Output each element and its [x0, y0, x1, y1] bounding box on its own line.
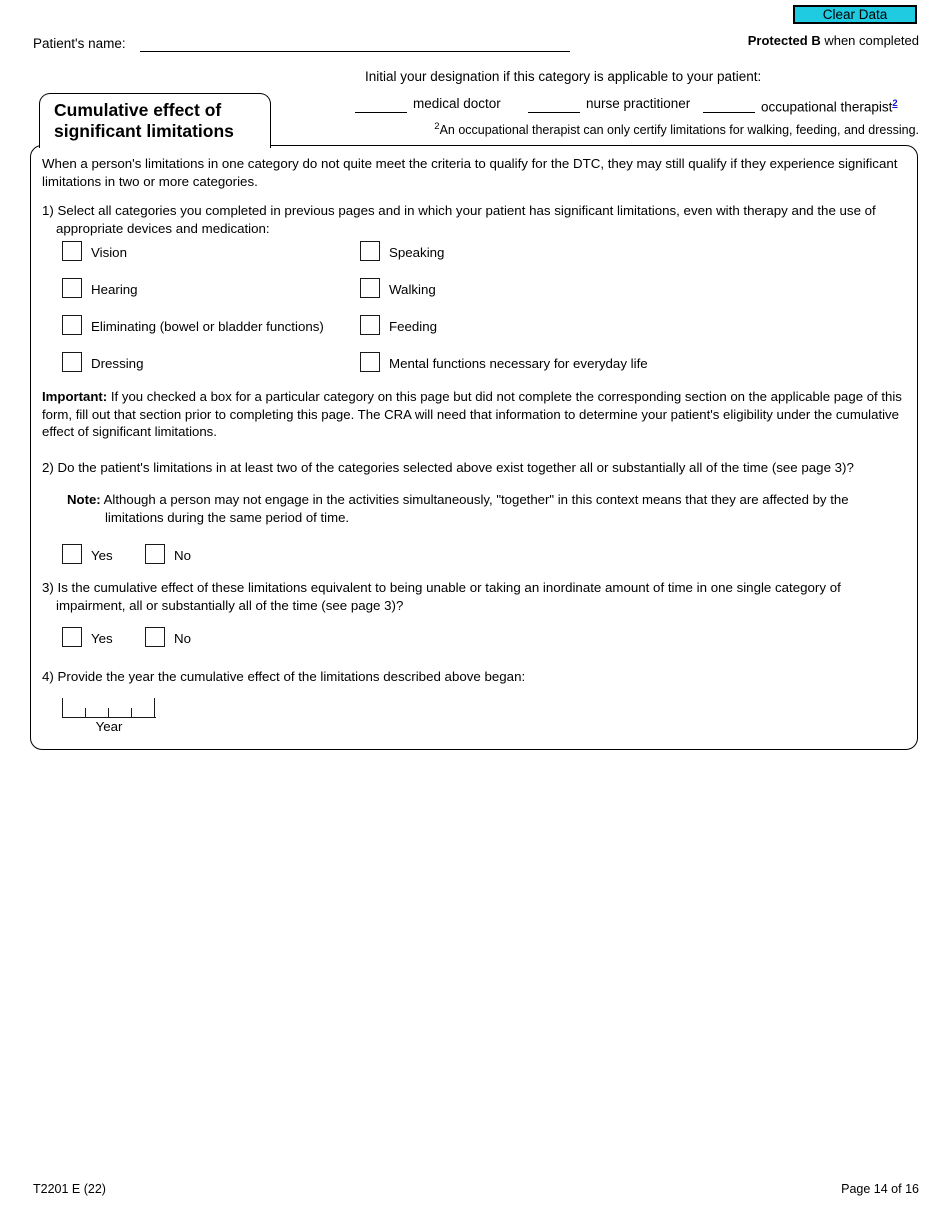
- question-2-yes-option[interactable]: Yes: [62, 544, 113, 567]
- protected-b-notice: Protected B when completed: [748, 33, 919, 48]
- designation-label-medical-doctor: medical doctor: [413, 96, 501, 111]
- checkbox-row-vision[interactable]: Vision: [62, 241, 127, 263]
- question-4-text: 4) Provide the year the cumulative effec…: [42, 669, 526, 684]
- checkbox-speaking[interactable]: [360, 241, 380, 261]
- checkbox-label-walking: Walking: [389, 282, 436, 297]
- patient-name-input[interactable]: [140, 51, 570, 52]
- question-2-no-label: No: [174, 548, 191, 563]
- year-comb-tick-3: [131, 708, 132, 718]
- important-note: Important: If you checked a box for a pa…: [42, 388, 908, 441]
- checkbox-mental-functions[interactable]: [360, 352, 380, 372]
- checkbox-row-dressing[interactable]: Dressing: [62, 352, 143, 374]
- section-title-line-1: Cumulative effect of: [54, 100, 222, 120]
- question-2-text: 2) Do the patient's limitations in at le…: [42, 460, 854, 475]
- initial-line-nurse-practitioner[interactable]: [528, 112, 580, 113]
- year-comb-tick-1: [85, 708, 86, 718]
- section-panel: When a person's limitations in one categ…: [30, 145, 918, 750]
- checkbox-q2-yes[interactable]: [62, 544, 82, 564]
- designation-row: medical doctor nurse practitioner occupa…: [355, 96, 915, 116]
- designation-label-occupational-therapist: occupational therapist2: [761, 96, 898, 116]
- designation-label-occupational-therapist-text: occupational therapist: [761, 99, 893, 115]
- checkbox-row-eliminating[interactable]: Eliminating (bowel or bladder functions): [62, 315, 324, 337]
- year-comb-right-edge: [154, 698, 155, 718]
- year-label: Year: [95, 719, 123, 734]
- question-2: 2) Do the patient's limitations in at le…: [42, 459, 914, 477]
- patient-name-label: Patient's name:: [33, 36, 126, 51]
- checkbox-label-eliminating: Eliminating (bowel or bladder functions): [91, 319, 324, 334]
- checkbox-eliminating[interactable]: [62, 315, 82, 335]
- footer-page-number: Page 14 of 16: [841, 1182, 919, 1196]
- year-input[interactable]: [62, 698, 156, 718]
- checkbox-label-speaking: Speaking: [389, 245, 445, 260]
- checkbox-label-dressing: Dressing: [91, 356, 144, 371]
- checkbox-hearing[interactable]: [62, 278, 82, 298]
- footnote-2-body: An occupational therapist can only certi…: [439, 123, 919, 138]
- year-comb-tick-2: [108, 708, 109, 718]
- important-label: Important:: [42, 389, 108, 404]
- designation-label-nurse-practitioner: nurse practitioner: [586, 96, 691, 111]
- checkbox-label-hearing: Hearing: [91, 282, 138, 297]
- section-title-line-2: significant limitations: [54, 121, 234, 141]
- footnote-2-text: 2An occupational therapist can only cert…: [434, 120, 919, 137]
- checkbox-q3-yes[interactable]: [62, 627, 82, 647]
- question-1-text: 1) Select all categories you completed i…: [42, 203, 876, 236]
- section-title: Cumulative effect of significant limitat…: [54, 100, 264, 142]
- initial-line-medical-doctor[interactable]: [355, 112, 407, 113]
- question-3: 3) Is the cumulative effect of these lim…: [42, 579, 908, 614]
- section-panel-body: When a person's limitations in one categ…: [31, 146, 919, 751]
- protected-b-suffix: when completed: [820, 33, 919, 48]
- question-3-answers: Yes No: [31, 627, 331, 649]
- year-field-group: Year: [62, 698, 156, 734]
- checkbox-label-mental-functions: Mental functions necessary for everyday …: [389, 356, 648, 371]
- checkbox-walking[interactable]: [360, 278, 380, 298]
- checkbox-q3-no[interactable]: [145, 627, 165, 647]
- question-3-text: 3) Is the cumulative effect of these lim…: [42, 580, 841, 613]
- checkbox-label-feeding: Feeding: [389, 319, 438, 334]
- checkbox-vision[interactable]: [62, 241, 82, 261]
- year-comb-baseline: [62, 717, 156, 718]
- note-label: Note:: [67, 492, 101, 507]
- checkbox-label-vision: Vision: [91, 245, 127, 260]
- checkbox-row-hearing[interactable]: Hearing: [62, 278, 138, 300]
- question-2-no-option[interactable]: No: [145, 544, 191, 567]
- question-3-no-label: No: [174, 631, 191, 646]
- form-page: Clear Data Protected B when completed Pa…: [0, 0, 950, 1230]
- initial-line-occupational-therapist[interactable]: [703, 112, 755, 113]
- checkbox-row-walking[interactable]: Walking: [360, 278, 436, 300]
- year-comb-left-edge: [62, 698, 63, 718]
- important-body: If you checked a box for a particular ca…: [42, 389, 902, 439]
- designation-intro-text: Initial your designation if this categor…: [365, 69, 762, 84]
- question-4: 4) Provide the year the cumulative effec…: [42, 668, 908, 686]
- clear-data-button[interactable]: Clear Data: [793, 5, 917, 24]
- question-3-yes-label: Yes: [91, 631, 113, 646]
- question-3-yes-option[interactable]: Yes: [62, 627, 113, 650]
- section-intro-paragraph: When a person's limitations in one categ…: [42, 156, 898, 189]
- protected-b-label: Protected B: [747, 33, 821, 48]
- note-body: Although a person may not engage in the …: [100, 492, 849, 525]
- question-3-no-option[interactable]: No: [145, 627, 191, 650]
- section-title-box: Cumulative effect of significant limitat…: [39, 93, 271, 148]
- checkbox-row-speaking[interactable]: Speaking: [360, 241, 444, 263]
- question-2-yes-label: Yes: [91, 548, 113, 563]
- category-checkbox-grid: Vision Hearing Eliminating (bowel or bla…: [31, 241, 919, 381]
- question-2-answers: Yes No: [31, 544, 331, 566]
- checkbox-row-feeding[interactable]: Feeding: [360, 315, 437, 337]
- checkbox-q2-no[interactable]: [145, 544, 165, 564]
- checkbox-dressing[interactable]: [62, 352, 82, 372]
- footnote-2-link[interactable]: 2: [892, 98, 897, 109]
- checkbox-row-mental-functions[interactable]: Mental functions necessary for everyday …: [360, 352, 648, 374]
- footer-form-code: T2201 E (22): [33, 1182, 106, 1196]
- question-2-note: Note: Although a person may not engage i…: [67, 491, 907, 526]
- question-2-note-inner: Note: Although a person may not engage i…: [67, 491, 907, 526]
- checkbox-feeding[interactable]: [360, 315, 380, 335]
- question-1: 1) Select all categories you completed i…: [42, 202, 908, 237]
